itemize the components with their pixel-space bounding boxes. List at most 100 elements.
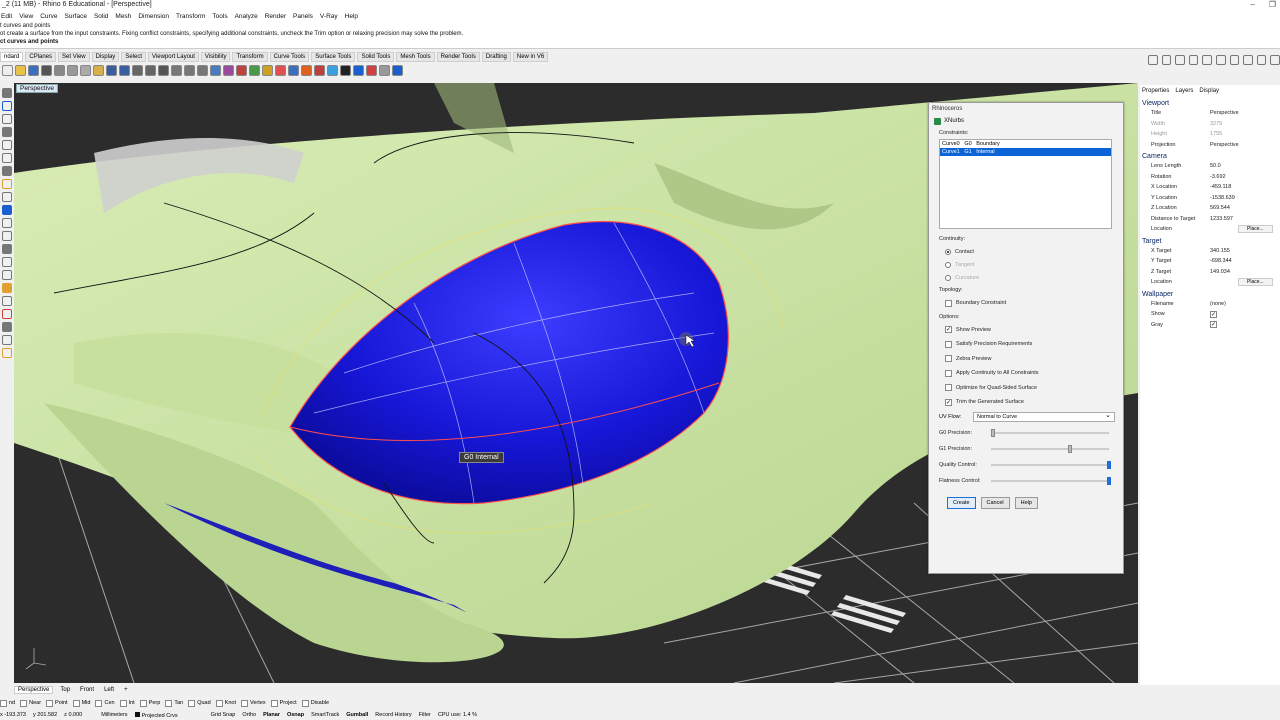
slider-thumb[interactable]: [1068, 444, 1073, 453]
option-row[interactable]: Apply Continuity to All Constraints: [929, 366, 1123, 381]
option-row[interactable]: ✓ Trim the Generated Surface: [929, 395, 1123, 410]
precision-slider[interactable]: Flatness Control:: [929, 473, 1123, 489]
box-icon[interactable]: [1175, 55, 1185, 65]
left-tool-icon[interactable]: [2, 244, 12, 254]
zoom-icon[interactable]: [158, 64, 169, 76]
copy-icon[interactable]: [80, 64, 91, 76]
lock-icon[interactable]: [262, 64, 273, 76]
viewport-section-header[interactable]: Viewport: [1140, 97, 1280, 108]
osnap-toggle[interactable]: Osnap: [287, 712, 304, 718]
left-tool-icon[interactable]: [2, 296, 12, 306]
osnap-near[interactable]: Near: [20, 699, 41, 707]
layer-icon[interactable]: [275, 64, 286, 76]
osnap-checkbox[interactable]: [270, 699, 278, 707]
zoom-window-icon[interactable]: [171, 64, 182, 76]
help-icon[interactable]: [392, 64, 403, 76]
panel-tab-display[interactable]: Display: [1199, 88, 1219, 94]
checkbox[interactable]: [945, 299, 952, 307]
osnap-point[interactable]: Point: [46, 699, 68, 707]
option-row[interactable]: Boundary Constraint: [929, 296, 1123, 311]
option-row[interactable]: Zebra Preview: [929, 352, 1123, 367]
settings-icon[interactable]: [379, 64, 390, 76]
render-icon[interactable]: [314, 64, 325, 76]
toolbar-tab-drafting[interactable]: Drafting: [481, 51, 511, 62]
toolbar-tab-set-view[interactable]: Set View: [58, 51, 90, 62]
shaded-sphere-icon[interactable]: [353, 64, 364, 76]
rotate-icon[interactable]: [1161, 55, 1172, 65]
gumball-toggle[interactable]: Gumball: [346, 712, 368, 718]
precision-slider[interactable]: G1 Precision:: [929, 441, 1123, 457]
checkbox[interactable]: [945, 355, 952, 363]
viewport-tab-front[interactable]: Front: [77, 687, 97, 693]
sphere-icon[interactable]: [1215, 55, 1226, 65]
osnap-checkbox[interactable]: [46, 699, 54, 707]
property-checkbox[interactable]: ✓: [1210, 321, 1217, 329]
render-settings-icon[interactable]: [1148, 55, 1158, 65]
osnap-checkbox[interactable]: [240, 699, 248, 707]
undo-icon[interactable]: [106, 64, 117, 76]
toolbar-tab-mesh-tools[interactable]: Mesh Tools: [396, 51, 435, 62]
left-tool-icon[interactable]: [2, 270, 12, 280]
osnap-checkbox[interactable]: [188, 699, 196, 707]
continuity-option[interactable]: Curvature: [929, 271, 1123, 284]
osnap-quad[interactable]: Quad: [188, 699, 211, 707]
menu-transform[interactable]: Transform: [176, 13, 205, 20]
toolbar-tab-new-in-v6[interactable]: New in V6: [512, 51, 549, 62]
grid-icon[interactable]: [1229, 55, 1240, 65]
viewport-tab-left[interactable]: Left: [101, 687, 117, 693]
checkbox[interactable]: [945, 384, 952, 392]
osnap-checkbox[interactable]: [301, 699, 309, 707]
property-value[interactable]: -459.118: [1210, 184, 1231, 190]
menu-surface[interactable]: Surface: [65, 13, 87, 20]
osnap-checkbox[interactable]: [0, 699, 7, 707]
osnap-perp[interactable]: Perp: [139, 699, 160, 707]
settings-icon[interactable]: [1243, 55, 1253, 65]
expand-icon[interactable]: [1270, 55, 1280, 65]
uv-flow-select[interactable]: Normal to Curve: [973, 411, 1115, 422]
osnap-checkbox[interactable]: [95, 699, 103, 707]
osnap-project[interactable]: Project: [270, 699, 297, 707]
slider-track[interactable]: [991, 460, 1111, 469]
property-value[interactable]: 340.155: [1210, 248, 1230, 254]
panel-tab-layers[interactable]: Layers: [1175, 88, 1193, 94]
help-button[interactable]: Help: [1014, 496, 1038, 509]
property-value[interactable]: -1538.639: [1210, 195, 1235, 201]
option-row[interactable]: ✓ Show Preview: [929, 323, 1123, 338]
osnap-checkbox[interactable]: [215, 699, 223, 707]
menu-edit[interactable]: Edit: [1, 13, 12, 20]
menu-curve[interactable]: Curve: [40, 13, 57, 20]
menu-dimension[interactable]: Dimension: [138, 13, 169, 20]
menu-tools[interactable]: Tools: [212, 13, 227, 20]
left-tool-icon[interactable]: [2, 205, 12, 215]
osnap-mid[interactable]: Mid: [72, 699, 90, 707]
slider-track[interactable]: [991, 444, 1109, 453]
raytraced-icon[interactable]: [366, 64, 377, 76]
material-icon[interactable]: [301, 64, 312, 76]
property-value[interactable]: 50.0: [1210, 163, 1221, 169]
left-tool-icon[interactable]: [2, 348, 12, 358]
left-tool-icon[interactable]: [2, 335, 12, 345]
window-icon[interactable]: [1188, 55, 1199, 65]
cplane-icon[interactable]: [236, 64, 247, 76]
display-mode-icon[interactable]: [327, 64, 338, 76]
constraints-list[interactable]: Curve0 G0 Boundary Curve1 G1 Internal: [939, 139, 1112, 229]
paste-icon[interactable]: [93, 64, 104, 76]
left-tool-icon[interactable]: [2, 153, 12, 163]
radio-icon[interactable]: [945, 274, 951, 281]
ortho-toggle[interactable]: Ortho: [242, 712, 256, 718]
create-button[interactable]: Create: [947, 496, 976, 509]
slider-track[interactable]: [991, 428, 1109, 437]
left-tool-icon[interactable]: [2, 166, 12, 176]
pan-icon[interactable]: [132, 64, 143, 76]
constraint-item[interactable]: Curve1 G1 Internal: [940, 148, 1111, 156]
menu-v-ray[interactable]: V-Ray: [320, 13, 338, 20]
cancel-button[interactable]: Cancel: [980, 496, 1010, 509]
radio-icon[interactable]: [945, 261, 951, 268]
continuity-option[interactable]: Contact: [929, 245, 1123, 258]
property-value[interactable]: -698.344: [1210, 258, 1232, 264]
property-value[interactable]: Perspective: [1210, 110, 1239, 116]
osnap-checkbox[interactable]: [119, 699, 127, 707]
toolbar-tab-cplanes[interactable]: CPlanes: [25, 51, 57, 62]
viewport-title[interactable]: Perspective: [16, 84, 58, 93]
left-tool-icon[interactable]: [2, 192, 12, 202]
